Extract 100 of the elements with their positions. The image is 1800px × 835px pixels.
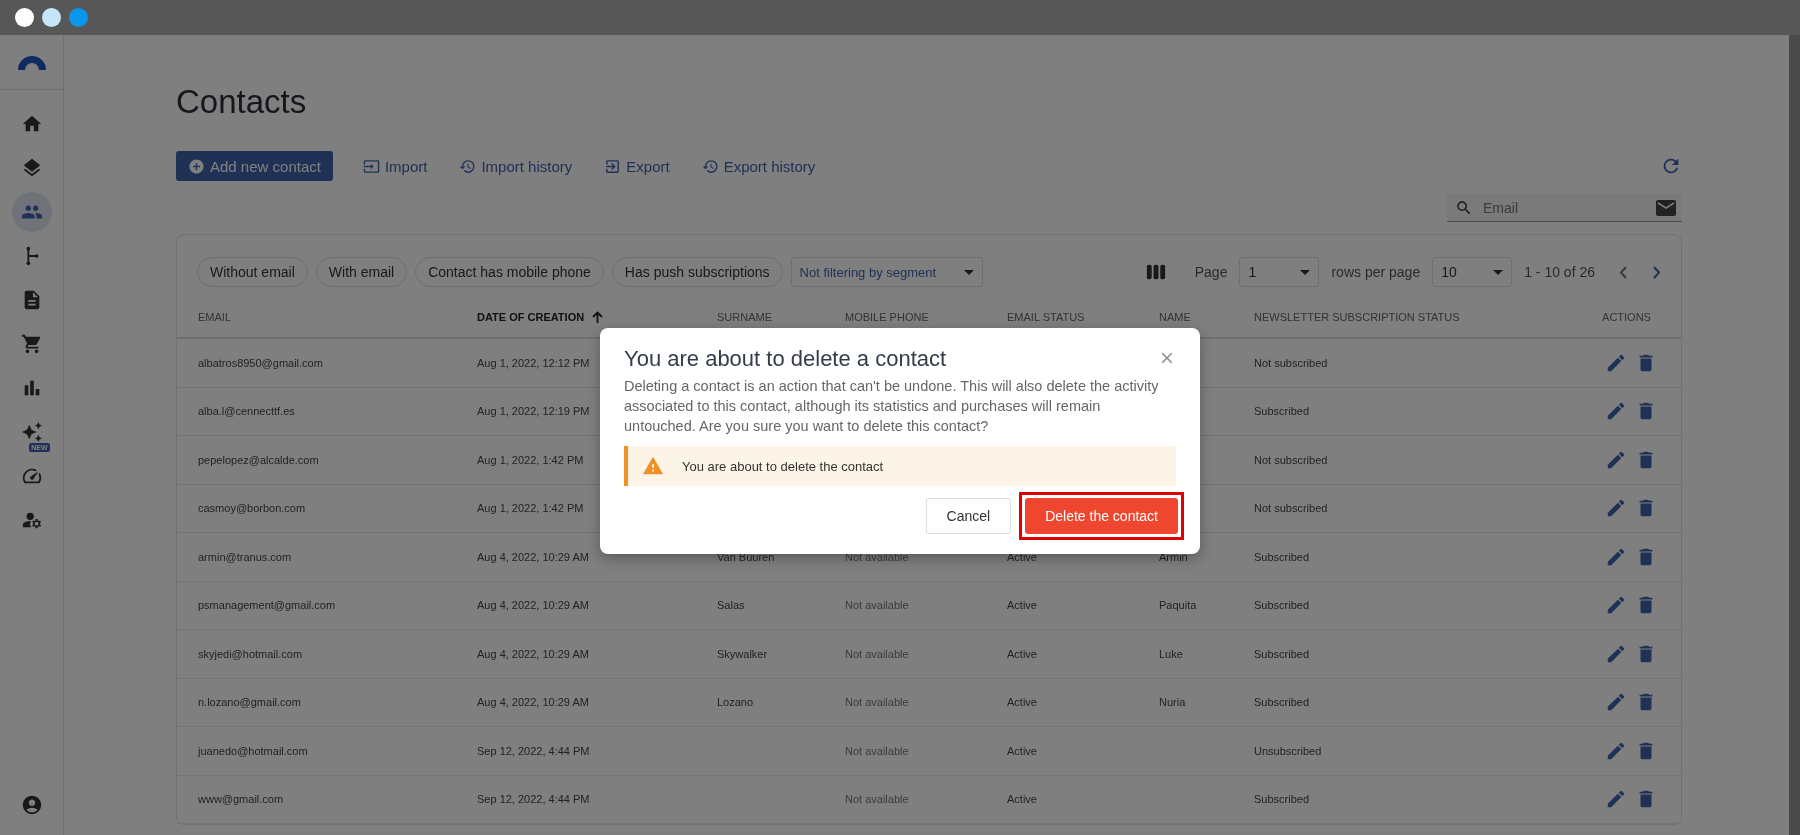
table-cell: www@gmail.com	[198, 793, 284, 806]
table-cell: Subscribed	[1254, 696, 1310, 709]
history-icon	[701, 157, 719, 175]
page-label: Page	[1194, 264, 1228, 280]
table-cell: armin@tranus.com	[198, 550, 292, 563]
table-cell: Skywalker	[717, 647, 768, 660]
table-cell: alba.l@cennecttf.es	[198, 405, 295, 418]
table-cell: Active	[1007, 696, 1037, 709]
table-cell: Not subscribed	[1254, 502, 1328, 515]
column-header[interactable]: DATE OF CREATION	[477, 311, 585, 323]
table-cell: Subscribed	[1254, 793, 1310, 806]
table-cell: Aug 4, 2022, 10:29 AM	[477, 647, 589, 660]
table-cell: Lozano	[717, 696, 754, 709]
table-cell: Nuria	[1159, 696, 1186, 709]
table-cell: pepelopez@alcalde.com	[198, 453, 319, 466]
alert-text: You are about to delete the contact	[682, 458, 884, 474]
table-cell: Not subscribed	[1254, 453, 1328, 466]
table-cell: Salas	[717, 599, 745, 612]
dialog-message: Deleting a contact is an action that can't be undone. This will also delete the activity associated to this contact, although its statistics and purchases will remain untouched. Are you sure you want to delete this contact?	[624, 377, 1160, 436]
table-cell: Active	[1007, 744, 1037, 757]
table-cell: Active	[1007, 599, 1037, 612]
table-cell: Aug 4, 2022, 10:29 AM	[477, 696, 589, 709]
page-select[interactable]: 1	[1239, 257, 1320, 287]
table-cell: Subscribed	[1254, 647, 1310, 660]
toolbar-link[interactable]: Export history	[689, 151, 828, 181]
account-icon	[20, 794, 43, 816]
table-cell: Subscribed	[1254, 405, 1310, 418]
segment-select[interactable]: Not filtering by segment	[790, 257, 983, 287]
table-cell: Not available	[845, 647, 909, 660]
page-title: Contacts	[176, 83, 308, 121]
table-cell: Not available	[845, 599, 909, 612]
table-cell: Sep 12, 2022, 4:44 PM	[477, 744, 590, 757]
table-cell: albatros8950@gmail.com	[198, 356, 323, 369]
table-cell: n.lozano@gmail.com	[198, 696, 301, 709]
filter-chip[interactable]: Has push subscriptions	[611, 257, 783, 287]
table-cell: Active	[1007, 550, 1037, 563]
logo-icon	[17, 54, 46, 70]
rows-per-page-label: rows per page	[1331, 264, 1421, 280]
table-cell: Not subscribed	[1254, 356, 1328, 369]
table-cell: Unsubscribed	[1254, 744, 1322, 757]
window-dot[interactable]	[69, 8, 88, 27]
sort-up-icon	[592, 311, 604, 323]
column-header[interactable]: SURNAME	[717, 311, 772, 323]
table-cell: Aug 4, 2022, 10:29 AM	[477, 599, 589, 612]
table-cell: Aug 1, 2022, 12:12 PM	[477, 356, 590, 369]
filter-chip[interactable]: Without email	[197, 257, 308, 287]
dropdown-icon	[963, 269, 974, 275]
table-cell: Armin	[1159, 550, 1188, 563]
toolbar-link[interactable]: Export	[592, 151, 682, 181]
table-cell: Subscribed	[1254, 550, 1310, 563]
sparkles-icon	[20, 421, 43, 443]
toolbar-link[interactable]: Import	[350, 151, 440, 181]
table-cell: Not available	[845, 744, 909, 757]
table-cell: Luke	[1159, 647, 1183, 660]
rows-select[interactable]: 10	[1432, 257, 1513, 287]
table-cell: Aug 1, 2022, 1:42 PM	[477, 453, 584, 466]
table-cell: Subscribed	[1254, 599, 1310, 612]
cancel-button[interactable]: Cancel	[925, 498, 1012, 534]
column-header[interactable]: EMAIL STATUS	[1007, 311, 1085, 323]
table-cell: Aug 1, 2022, 1:42 PM	[477, 502, 584, 515]
table-cell: Aug 4, 2022, 10:29 AM	[477, 550, 589, 563]
table-cell: Paquita	[1159, 599, 1197, 612]
table-cell: juanedo@hotmail.com	[198, 744, 308, 757]
history-icon	[459, 157, 477, 175]
table-cell: Sep 12, 2022, 4:44 PM	[477, 793, 590, 806]
dialog-title: You are about to delete a contact	[624, 346, 947, 372]
table-cell: Not available	[845, 696, 909, 709]
delete-button[interactable]: Delete the contact	[1025, 498, 1178, 534]
scrollbar[interactable]	[1789, 35, 1800, 835]
table-cell: Active	[1007, 793, 1037, 806]
filter-chip[interactable]: Contact has mobile phone	[415, 257, 604, 287]
column-header[interactable]: MOBILE PHONE	[845, 311, 929, 323]
table-cell: psmanagement@gmail.com	[198, 599, 336, 612]
table-cell: skyjedi@hotmail.com	[198, 647, 303, 660]
search-field[interactable]: Email	[1447, 194, 1682, 222]
column-header[interactable]: ACTIONS	[1602, 311, 1651, 323]
warning-icon	[642, 455, 664, 477]
toolbar-link[interactable]: Import history	[447, 151, 585, 181]
table-cell: casmoy@borbon.com	[198, 502, 306, 515]
filter-chip[interactable]: With email	[315, 257, 408, 287]
window-dot[interactable]	[42, 8, 61, 27]
cart-icon	[20, 333, 43, 355]
table-cell: Van Buuren	[717, 550, 775, 563]
dropdown-icon	[1493, 269, 1504, 275]
column-header[interactable]: NEWSLETTER SUBSCRIPTION STATUS	[1254, 311, 1460, 323]
table-cell: Active	[1007, 647, 1037, 660]
window-dot[interactable]	[15, 8, 34, 27]
chevron-right-icon	[1653, 265, 1661, 279]
column-header[interactable]: NAME	[1159, 311, 1191, 323]
table-cell: Aug 1, 2022, 12:19 PM	[477, 405, 590, 418]
add-button[interactable]: Add new contact	[176, 151, 333, 181]
next-page-button[interactable]	[1653, 265, 1661, 279]
chevron-left-icon	[1619, 265, 1627, 279]
page-range: 1 - 10 of 26	[1524, 264, 1595, 280]
add-icon	[188, 157, 205, 175]
dropdown-icon	[1300, 269, 1311, 275]
column-header[interactable]: EMAIL	[198, 311, 231, 323]
export-icon	[604, 157, 622, 175]
table-cell: Not available	[845, 550, 909, 563]
nav-button[interactable]	[11, 192, 52, 232]
